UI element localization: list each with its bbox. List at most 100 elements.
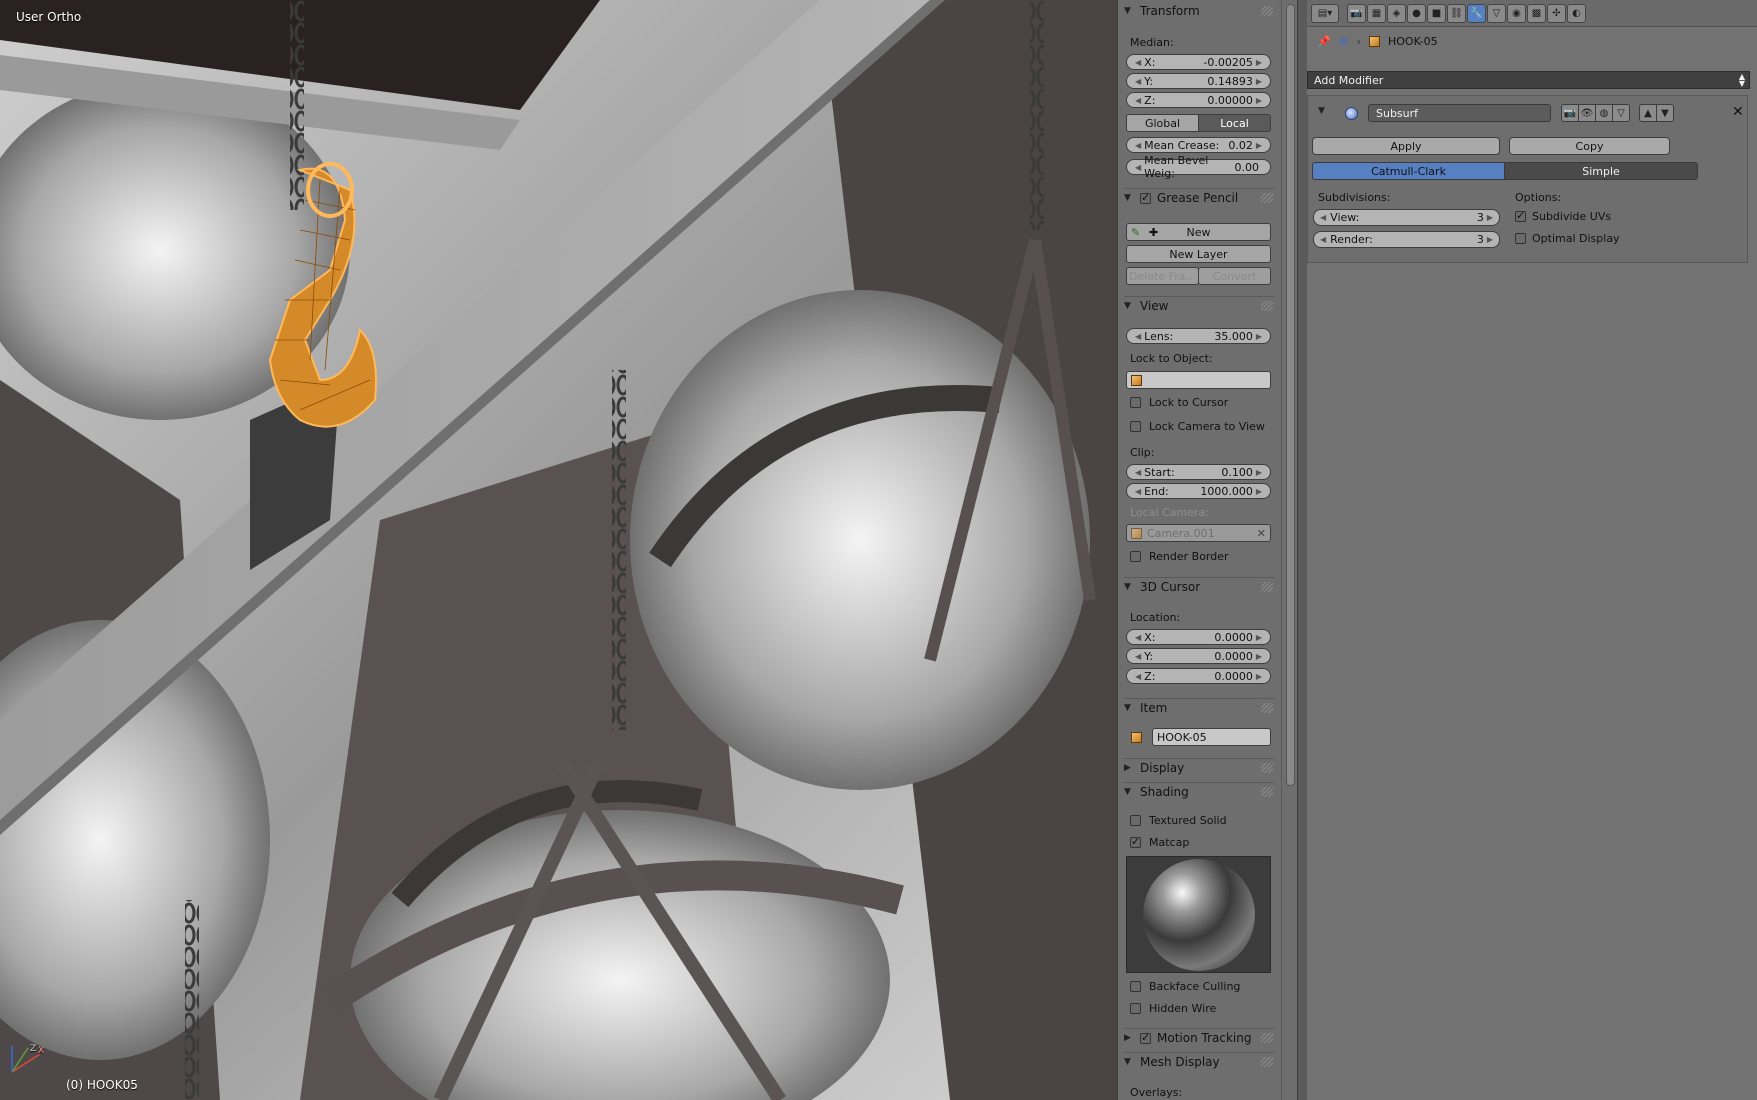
constraints-tab-icon[interactable]: ⛓ [1447,3,1466,23]
world-tab-icon[interactable]: ● [1407,3,1426,23]
object-cube-icon [1131,374,1142,386]
render-border-checkbox[interactable] [1130,551,1141,562]
drag-grip-icon[interactable] [1261,1033,1273,1043]
shading-panel-header[interactable]: ▼ Shading [1124,782,1275,801]
cage-toggle-icon[interactable]: ▽ [1612,104,1630,122]
drag-grip-icon[interactable] [1261,787,1273,797]
catmull-clark-toggle[interactable]: Catmull-Clark [1312,162,1505,180]
material-tab-icon[interactable]: ◉ [1507,3,1526,23]
scene-icon: ⚙ [1338,34,1349,48]
view-subdivisions-field[interactable]: ◀ View: 3 ▶ [1313,209,1500,226]
lens-field[interactable]: ◀ Lens: 35.000 ▶ [1126,328,1271,344]
drag-grip-icon[interactable] [1261,301,1273,311]
drag-grip-icon[interactable] [1261,193,1273,203]
data-tab-icon[interactable]: ▽ [1487,3,1506,23]
render-layers-tab-icon[interactable]: ▦ [1367,3,1386,23]
texture-tab-icon[interactable]: ▩ [1527,3,1546,23]
transform-panel-header[interactable]: ▼ Transform [1124,2,1275,20]
lock-camera-label: Lock Camera to View [1149,420,1265,433]
properties-region-scrollbar[interactable] [1281,0,1298,1100]
backface-culling-checkbox[interactable] [1130,981,1141,992]
copy-button[interactable]: Copy [1509,137,1670,155]
viewport-render [0,0,1117,1100]
drag-grip-icon[interactable] [1261,1057,1273,1067]
motion-tracking-checkbox[interactable] [1140,1031,1151,1044]
pin-icon[interactable]: 📌 [1317,35,1331,48]
3d-cursor-panel-header[interactable]: ▼ 3D Cursor [1124,577,1275,596]
add-modifier-dropdown[interactable]: Add Modifier ▲ ▼ [1307,71,1750,89]
median-z-field[interactable]: ◀ Z: 0.00000 ▶ [1126,92,1271,108]
grease-pencil-checkbox[interactable] [1140,191,1151,204]
properties-editor[interactable]: ▤▾ 📷 ▦ ◈ ● ■ ⛓ 🔧 ▽ ◉ ▩ ✣ ◐ 📌 ⚙ › HOOK-05… [1307,0,1757,1100]
scene-tab-icon[interactable]: ◈ [1387,3,1406,23]
global-toggle[interactable]: Global [1126,114,1199,132]
move-up-icon[interactable]: ▲ [1639,104,1657,122]
properties-header: ▤▾ 📷 ▦ ◈ ● ■ ⛓ 🔧 ▽ ◉ ▩ ✣ ◐ [1307,0,1757,27]
clip-end-field[interactable]: ◀ End: 1000.000 ▶ [1126,483,1271,499]
view-panel-header[interactable]: ▼ View [1124,296,1275,315]
collapse-arrow-icon: ▼ [1124,6,1131,16]
properties-region[interactable]: ▼ Transform Median: ◀ X: -0.00205 ▶ ◀ Y: 0.14… [1117,0,1281,1100]
editmode-toggle-icon[interactable]: ◍ [1595,104,1613,122]
breadcrumb: 📌 ⚙ › HOOK-05 [1307,30,1757,52]
physics-tab-icon[interactable]: ◐ [1567,3,1586,23]
median-x-field[interactable]: ◀ X: -0.00205 ▶ [1126,54,1271,70]
cursor-x-field[interactable]: ◀ X: 0.0000 ▶ [1126,629,1271,645]
clear-x-icon[interactable]: ✕ [1257,527,1266,540]
matcap-preview[interactable] [1126,856,1271,973]
mean-bevel-field[interactable]: ◀ Mean Bevel Weig: 0.00 [1126,154,1271,180]
drag-grip-icon[interactable] [1261,703,1273,713]
drag-grip-icon[interactable] [1261,582,1273,592]
median-y-field[interactable]: ◀ Y: 0.14893 ▶ [1126,73,1271,89]
viewport-eye-icon[interactable]: 👁 [1578,104,1596,122]
motion-tracking-panel-header[interactable]: ▶ Motion Tracking [1124,1028,1275,1047]
lock-object-field[interactable] [1126,371,1271,389]
modifiers-tab-icon[interactable]: 🔧 [1467,3,1486,23]
textured-solid-checkbox[interactable] [1130,815,1141,826]
collapse-arrow-icon: ▼ [1124,1057,1131,1067]
hidden-wire-checkbox[interactable] [1130,1003,1141,1014]
lock-to-cursor-checkbox[interactable] [1130,397,1141,408]
simple-toggle[interactable]: Simple [1504,162,1698,180]
matcap-sphere [1142,858,1255,971]
delete-frame-button[interactable]: Delete Fra... [1126,267,1199,285]
drag-grip-icon[interactable] [1261,763,1273,773]
particles-tab-icon[interactable]: ✣ [1547,3,1566,23]
local-camera-field[interactable]: Camera.001 ✕ [1126,524,1271,542]
render-subdivisions-field[interactable]: ◀ Render: 3 ▶ [1313,231,1500,248]
item-name-field[interactable]: HOOK-05 [1152,728,1271,746]
clip-start-field[interactable]: ◀ Start: 0.100 ▶ [1126,464,1271,480]
render-toggle-icon[interactable]: 📷 [1561,104,1579,122]
3d-viewport[interactable]: User Ortho (0) HOOK05 Z X [0,0,1117,1100]
panel-title: 3D Cursor [1140,580,1201,594]
convert-button[interactable]: Convert [1198,267,1271,285]
scrollbar-thumb[interactable] [1286,4,1295,786]
render-tab-icon[interactable]: 📷 [1347,3,1366,23]
apply-button[interactable]: Apply [1312,137,1500,155]
object-tab-icon[interactable]: ■ [1427,3,1446,23]
editor-type-menu-icon[interactable]: ▤▾ [1311,3,1339,23]
optimal-display-checkbox[interactable] [1515,233,1526,244]
new-layer-button[interactable]: New Layer [1126,245,1271,263]
grease-pencil-panel-header[interactable]: ▼ Grease Pencil [1124,188,1275,207]
item-panel-header[interactable]: ▼ Item [1124,698,1275,717]
collapse-arrow-icon[interactable]: ▼ [1318,106,1325,116]
display-panel-header[interactable]: ▶ Display [1124,758,1275,777]
move-down-icon[interactable]: ▼ [1656,104,1674,122]
pencil-icon: ✎ [1131,225,1141,239]
local-toggle[interactable]: Local [1198,114,1271,132]
matcap-checkbox[interactable] [1130,835,1141,848]
mean-crease-field[interactable]: ◀ Mean Crease: 0.02 ▶ [1126,137,1271,153]
subsurf-modifier-panel: ▼ Subsurf 📷 👁 ◍ ▽ ▲ ▼ ✕ Apply Copy Catmu… [1307,95,1748,263]
remove-modifier-close-icon[interactable]: ✕ [1732,104,1744,120]
subdivide-uvs-checkbox[interactable] [1515,209,1526,222]
grease-pencil-new-button[interactable]: ✎ ✚ New [1126,223,1271,241]
mesh-display-panel-header[interactable]: ▼ Mesh Display [1124,1052,1275,1071]
panel-title: Display [1140,761,1185,775]
plus-icon: ✚ [1149,225,1159,239]
lock-camera-checkbox[interactable] [1130,421,1141,432]
cursor-y-field[interactable]: ◀ Y: 0.0000 ▶ [1126,648,1271,664]
cursor-z-field[interactable]: ◀ Z: 0.0000 ▶ [1126,668,1271,684]
modifier-name-field[interactable]: Subsurf [1368,104,1551,122]
drag-grip-icon[interactable] [1261,6,1273,16]
